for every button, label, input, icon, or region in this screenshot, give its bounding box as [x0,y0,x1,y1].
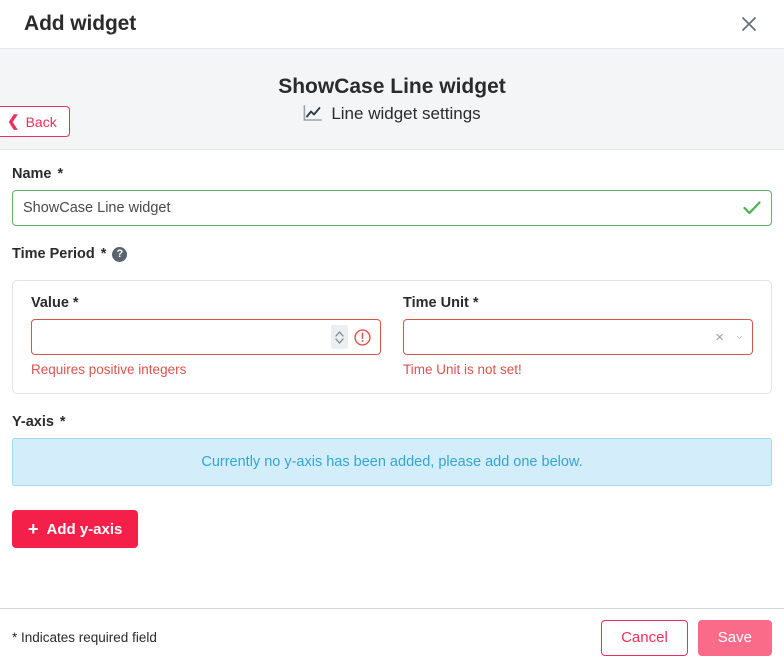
yaxis-required-mark: * [59,414,66,430]
line-chart-icon [303,105,323,121]
time-unit-select[interactable]: × [403,319,753,355]
name-input[interactable] [12,190,772,226]
time-unit-error-message: Time Unit is not set! [403,362,522,377]
name-label-text: Name [12,166,52,182]
widget-subtitle-label: Line widget settings [331,103,481,123]
time-period-label-text: Time Period [12,246,95,262]
add-yaxis-label: Add y-axis [46,520,123,538]
back-button-label: Back [25,113,57,130]
time-unit-label-text: Time Unit [403,295,469,311]
yaxis-section: Y-axis * Currently no y-axis has been ad… [12,414,772,548]
time-period-required-mark: * [100,246,107,262]
value-input-wrap[interactable] [31,319,381,355]
time-unit-label: Time Unit * [403,295,753,311]
exclamation-circle-icon [354,328,371,346]
modal-titlebar: Add widget [0,0,784,49]
value-label: Value * [31,295,381,311]
modal-footer: * Indicates required field Cancel Save [0,608,784,666]
name-required-mark: * [57,166,64,182]
chevron-left-icon: ❮ [7,113,20,130]
add-yaxis-button[interactable]: + Add y-axis [12,510,139,548]
yaxis-label-text: Y-axis [12,414,54,430]
widget-subheader: ❮ Back ShowCase Line widget Line widget … [0,49,784,150]
clear-x-icon[interactable]: × [712,330,727,345]
time-period-fieldset: Value * Requires positive integers Time … [12,280,772,394]
name-field-label: Name * [12,166,772,182]
modal-body: Name * Time Period * ? Value * [0,150,784,608]
close-icon[interactable] [734,9,764,39]
widget-title: ShowCase Line widget [278,74,506,98]
time-unit-field-group: Time Unit * × Time Unit is not set! [403,295,753,377]
question-mark-icon[interactable]: ? [112,246,128,262]
time-unit-required-mark: * [472,295,479,311]
plus-icon: + [28,519,39,539]
add-widget-modal: Add widget ❮ Back ShowCase Line widget L… [0,0,784,666]
spinner-updown-icon[interactable] [331,325,348,349]
value-label-text: Value [31,295,69,311]
widget-subtitle-row: Line widget settings [303,103,481,124]
modal-title: Add widget [24,12,137,35]
name-input-wrap [12,190,772,226]
yaxis-info-alert: Currently no y-axis has been added, plea… [12,438,772,486]
required-field-note: * Indicates required field [12,630,157,645]
save-button[interactable]: Save [697,619,772,656]
back-button[interactable]: ❮ Back [0,106,70,137]
time-period-label: Time Period * ? [12,246,772,262]
cancel-button[interactable]: Cancel [601,619,688,656]
value-error-message: Requires positive integers [31,362,187,377]
chevron-down-icon[interactable] [733,333,746,342]
yaxis-label: Y-axis * [12,414,772,430]
value-field-group: Value * Requires positive integers [31,295,381,377]
value-required-mark: * [72,295,79,311]
